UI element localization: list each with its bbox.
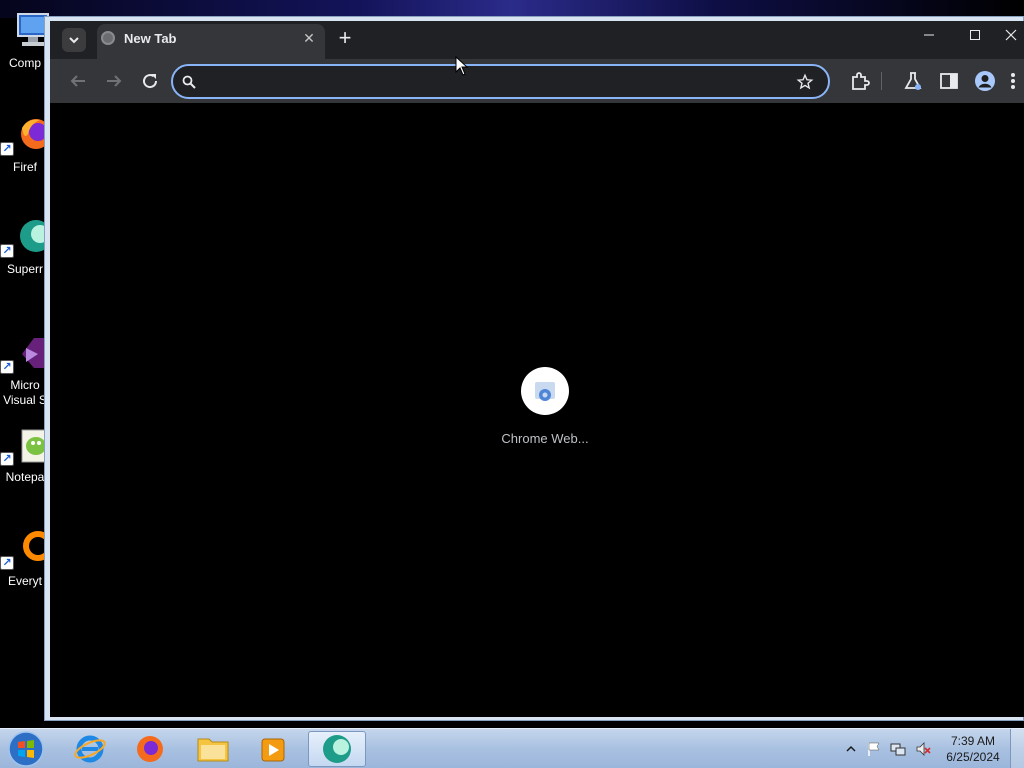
- media-player-icon: [261, 738, 285, 762]
- clock-date: 6/25/2024: [946, 750, 1000, 764]
- extensions-puzzle-icon[interactable]: [848, 69, 872, 93]
- loading-label: Chrome Web...: [501, 431, 589, 446]
- address-bar[interactable]: [171, 64, 830, 99]
- clock-time: 7:39 AM: [950, 734, 996, 748]
- firefox-icon: [137, 736, 163, 762]
- maximize-icon: [970, 30, 980, 40]
- show-desktop-button[interactable]: [1010, 729, 1024, 768]
- shortcut-arrow-icon: ↗: [0, 244, 14, 258]
- minimize-icon: [924, 34, 934, 36]
- tab-title: New Tab: [124, 31, 177, 46]
- desktop-icon-label: Superr: [6, 262, 44, 276]
- taskbar-app-superray[interactable]: [308, 731, 366, 767]
- shortcut-arrow-icon: ↗: [0, 452, 14, 466]
- taskbar-app-internet-explorer[interactable]: [62, 731, 118, 767]
- internet-explorer-icon: [74, 735, 106, 763]
- desktop-icon-everything[interactable]: ↗ Everyt: [0, 528, 50, 618]
- desktop-icon-label: Everyt: [7, 574, 42, 588]
- back-arrow-icon[interactable]: [66, 69, 90, 93]
- desktop-icon-visual-studio[interactable]: ↗ Micro Visual S: [0, 332, 50, 422]
- tab-search-button[interactable]: [62, 28, 86, 52]
- tab-close-button[interactable]: ✕: [300, 29, 318, 47]
- toolbar-divider: [881, 72, 882, 90]
- network-icon[interactable]: [890, 741, 906, 757]
- profile-avatar-icon[interactable]: [973, 69, 997, 93]
- globe-icon: [101, 31, 115, 45]
- desktop-icon-label: Micro: [10, 378, 40, 392]
- superray-icon: [323, 735, 351, 763]
- forward-arrow-icon[interactable]: [102, 69, 126, 93]
- labs-flask-icon[interactable]: [901, 69, 925, 93]
- new-tab-button[interactable]: +: [333, 27, 357, 51]
- desktop-icon-label: Visual S: [3, 393, 47, 407]
- close-icon: [1005, 29, 1016, 41]
- system-clock[interactable]: 7:39 AM 6/25/2024: [940, 733, 1006, 765]
- windows-logo-icon: [8, 731, 44, 767]
- show-hidden-icons-icon[interactable]: [843, 741, 859, 757]
- more-menu-icon[interactable]: [1006, 69, 1020, 93]
- tab-strip: New Tab ✕ +: [50, 21, 1024, 59]
- loading-spinner: [521, 367, 569, 415]
- browser-window: New Tab ✕ + Chrome Web...: [44, 16, 1024, 721]
- side-panel-icon[interactable]: [937, 69, 961, 93]
- page-content: Chrome Web...: [50, 103, 1024, 717]
- bookmark-star-icon[interactable]: [796, 73, 814, 91]
- shortcut-arrow-icon: ↗: [0, 360, 14, 374]
- chrome-web-store-icon: [535, 382, 555, 401]
- desktop-icon-label: Firef: [13, 160, 37, 174]
- taskbar-app-media-player[interactable]: [245, 731, 301, 767]
- maximize-button[interactable]: [952, 21, 998, 53]
- close-window-button[interactable]: [996, 21, 1024, 53]
- start-button[interactable]: [6, 730, 46, 768]
- reload-icon[interactable]: [138, 69, 162, 93]
- toolbar: [50, 59, 1024, 103]
- action-center-flag-icon[interactable]: [866, 741, 882, 757]
- shortcut-arrow-icon: ↗: [0, 142, 14, 156]
- desktop-icon-superray[interactable]: ↗ Superr: [0, 216, 50, 306]
- address-input[interactable]: [207, 71, 767, 93]
- desktop-icon-firefox[interactable]: ↗ Firef: [0, 114, 50, 204]
- minimize-button[interactable]: [906, 21, 952, 53]
- chevron-down-icon: [69, 37, 79, 44]
- shortcut-arrow-icon: ↗: [0, 556, 14, 570]
- desktop-icon-notepad-plus-plus[interactable]: ↗ Notepa: [0, 424, 50, 514]
- folder-icon: [197, 738, 229, 762]
- search-icon: [182, 75, 196, 89]
- taskbar-app-file-explorer[interactable]: [185, 731, 241, 767]
- desktop-icon-label: Notepa: [5, 470, 45, 484]
- taskbar-app-firefox[interactable]: [122, 731, 178, 767]
- desktop-icon-computer[interactable]: Comp: [0, 10, 50, 100]
- desktop-icon-label: Comp: [8, 56, 41, 70]
- taskbar: 7:39 AM 6/25/2024: [0, 728, 1024, 768]
- mouse-cursor-icon: [455, 56, 469, 76]
- volume-muted-icon[interactable]: [915, 741, 931, 757]
